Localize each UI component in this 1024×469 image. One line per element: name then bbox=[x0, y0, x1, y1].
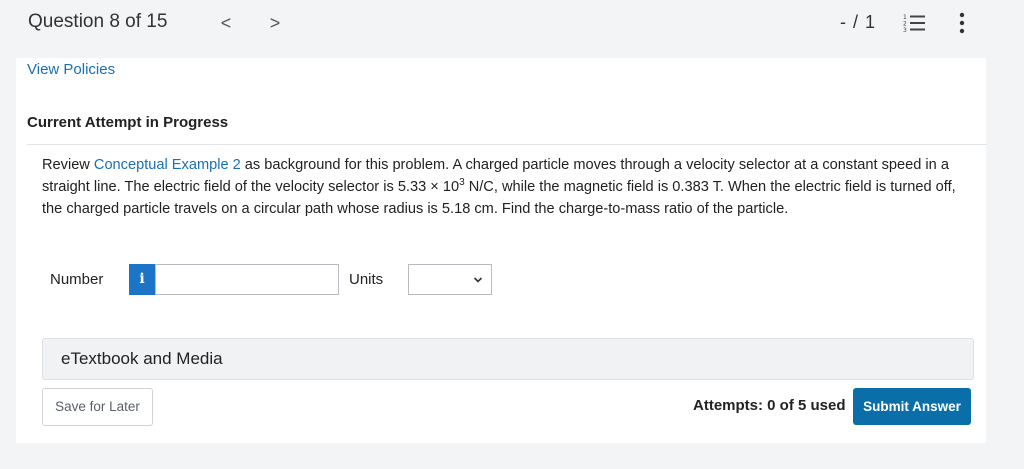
view-policies-link[interactable]: View Policies bbox=[27, 61, 115, 78]
submit-answer-button[interactable]: Submit Answer bbox=[853, 388, 971, 425]
chevron-down-icon bbox=[473, 277, 483, 283]
previous-question-button[interactable]: < bbox=[216, 12, 236, 34]
attempt-heading: Current Attempt in Progress bbox=[27, 114, 229, 131]
save-for-later-button[interactable]: Save for Later bbox=[42, 388, 153, 426]
next-question-button[interactable]: > bbox=[265, 12, 285, 34]
numbered-list-icon[interactable]: 1 2 3 bbox=[903, 13, 925, 33]
info-icon[interactable]: i bbox=[129, 264, 155, 295]
svg-text:3: 3 bbox=[903, 27, 907, 33]
units-label: Units bbox=[349, 271, 384, 288]
units-dropdown[interactable] bbox=[408, 264, 492, 295]
question-card: View Policies Current Attempt in Progres… bbox=[16, 58, 987, 443]
conceptual-example-link[interactable]: Conceptual Example 2 bbox=[94, 157, 241, 173]
number-label: Number bbox=[50, 271, 104, 288]
more-vertical-icon[interactable] bbox=[955, 11, 969, 35]
attempts-counter: Attempts: 0 of 5 used bbox=[693, 397, 846, 414]
question-score: - / 1 bbox=[840, 12, 877, 32]
problem-text-1: Review bbox=[42, 157, 94, 173]
question-header: Question 8 of 15 < > - / 1 1 2 3 bbox=[0, 0, 1024, 46]
question-position: Question 8 of 15 bbox=[28, 11, 168, 32]
divider bbox=[27, 144, 987, 145]
etextbook-media-label: eTextbook and Media bbox=[61, 349, 223, 368]
problem-statement: Review Conceptual Example 2 as backgroun… bbox=[42, 154, 967, 220]
chevron-left-icon: < bbox=[220, 13, 232, 33]
etextbook-media-panel[interactable]: eTextbook and Media bbox=[42, 338, 974, 380]
number-input[interactable] bbox=[155, 264, 339, 295]
chevron-right-icon: > bbox=[269, 13, 281, 33]
